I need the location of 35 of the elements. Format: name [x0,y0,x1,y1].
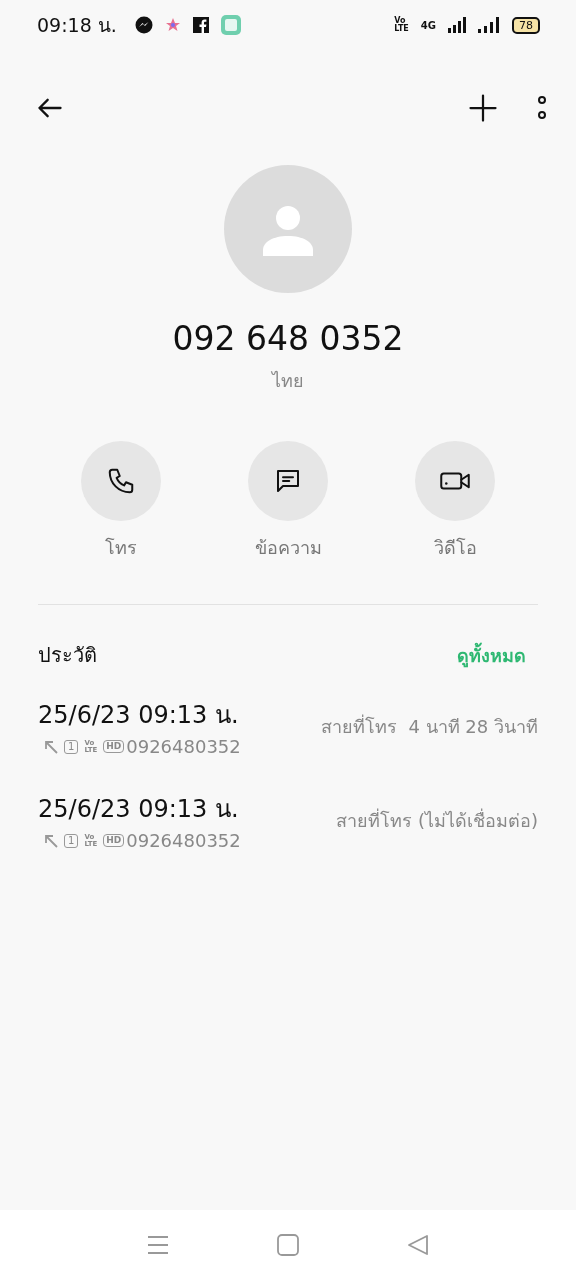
sim-indicator: 1 [64,739,79,754]
call-number: 0926480352 [126,830,241,851]
call-detail: สายที่โทร 4 นาที 28 วินาที [321,713,538,739]
app-icon [220,15,241,35]
outgoing-call-icon [44,833,58,848]
hd-indicator: HD [103,740,125,753]
network-type: 4G [420,19,436,31]
signal-icon [478,17,500,33]
volte-indicator: Vo LTE [394,17,409,33]
outgoing-call-icon [44,739,58,754]
view-all-link[interactable]: ดูทั้งหมด [457,640,526,670]
message-button[interactable]: ข้อความ [205,441,371,562]
star-icon [164,17,181,33]
menu-icon [147,1235,169,1255]
more-icon [536,94,548,121]
messenger-icon [134,16,153,34]
sim-indicator: 1 [64,833,79,848]
call-button[interactable]: โทร [38,441,204,562]
facebook-icon [192,17,209,33]
call-datetime: 25/6/23 09:13 น. [38,794,240,825]
history-title: ประวัติ [38,642,97,669]
square-icon [277,1234,299,1256]
hd-indicator: HD [103,834,125,847]
call-number: 0926480352 [126,736,241,757]
plus-icon [468,92,498,123]
phone-icon [106,466,136,496]
battery-level: 78 [512,16,540,34]
status-time: 09:18 น. [37,13,117,38]
call-detail: สายที่โทร (ไม่ได้เชื่อมต่อ) [336,807,538,833]
contact-location: ไทย [272,369,304,393]
contact-number: 092 648 0352 [172,319,404,358]
call-datetime: 25/6/23 09:13 น. [38,700,240,731]
signal-icon [448,17,466,33]
video-button[interactable]: วิดีโอ [372,441,538,562]
triangle-icon [407,1234,429,1256]
